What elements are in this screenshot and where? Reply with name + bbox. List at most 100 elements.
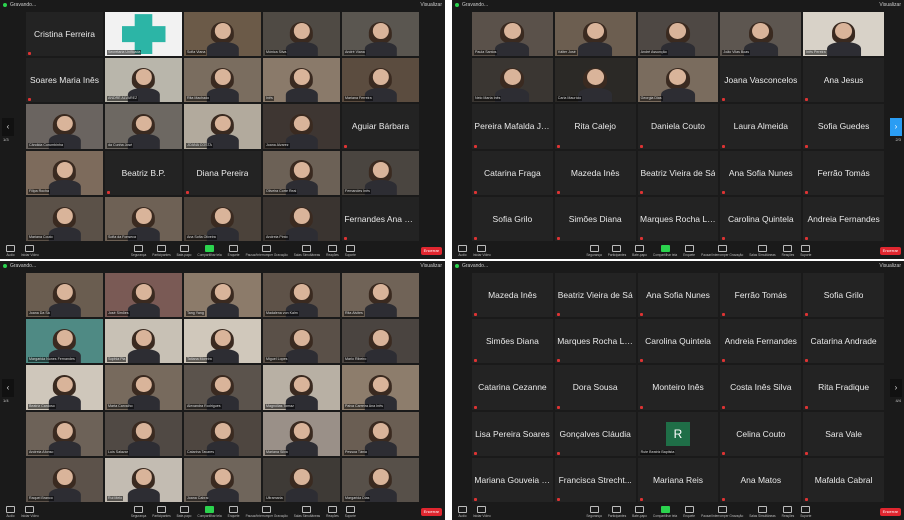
participant-tile[interactable]: Mazeda Inês: [554, 150, 636, 195]
toolbar-button[interactable]: Compartilhar tela: [653, 245, 677, 257]
participant-tile[interactable]: Aguiar Bárbara: [342, 104, 419, 149]
participant-tile[interactable]: Mariana Reis: [637, 457, 719, 502]
toolbar-button[interactable]: Pausar/Interromper Gravação: [246, 506, 288, 518]
participant-tile[interactable]: Laura Almeida: [720, 104, 802, 149]
toolbar-button[interactable]: Segurança: [586, 245, 602, 257]
end-meeting-button[interactable]: Encerrar: [879, 247, 901, 255]
participant-tile[interactable]: Celina Couto: [720, 411, 802, 456]
participant-tile[interactable]: Marta Carvalho: [105, 365, 182, 410]
toolbar-button[interactable]: Participantes: [608, 506, 626, 518]
participant-tile[interactable]: André Viana: [342, 12, 419, 57]
participant-tile[interactable]: Nelo Marta Inês: [472, 58, 553, 103]
toolbar-button[interactable]: Salas Simultâneas: [749, 245, 776, 257]
toolbar-button[interactable]: Suporte: [800, 506, 811, 518]
video-button[interactable]: Iniciar Vídeo: [473, 506, 491, 518]
participant-tile[interactable]: Mariana Silva: [263, 411, 340, 456]
participant-tile[interactable]: Ana Jesus: [803, 58, 884, 103]
video-button[interactable]: Iniciar Vídeo: [473, 245, 491, 257]
participant-tile[interactable]: Miguel Lopes: [263, 319, 340, 364]
toolbar-button[interactable]: Suporte: [800, 245, 811, 257]
participant-tile[interactable]: Sara Vale: [803, 411, 884, 456]
toolbar-button[interactable]: Enquete: [228, 245, 240, 257]
participant-tile[interactable]: João Vilas Boas: [720, 12, 802, 57]
participant-tile[interactable]: Inês Pereira: [803, 12, 884, 57]
participant-tile[interactable]: Simões Diana: [472, 319, 553, 364]
participant-tile[interactable]: Mario Ribeiro: [342, 319, 419, 364]
participant-tile[interactable]: Mónica Silva: [263, 12, 340, 57]
participant-tile[interactable]: R Rute Beatriz Baptista: [637, 411, 719, 456]
participant-tile[interactable]: Paiva Carreira Ana Inês: [342, 365, 419, 410]
participant-tile[interactable]: Georgia Dias: [637, 58, 719, 103]
participant-tile[interactable]: Rui Melo: [105, 457, 182, 502]
toolbar-button[interactable]: Enquete: [683, 506, 695, 518]
participant-tile[interactable]: Alexandra Rodrigues: [184, 365, 261, 410]
participant-tile[interactable]: Gonçalves Cláudia: [554, 411, 636, 456]
toolbar-button[interactable]: Segurança: [586, 506, 602, 518]
toolbar-button[interactable]: Enquete: [683, 245, 695, 257]
view-button[interactable]: Visualizar: [879, 262, 901, 270]
audio-button[interactable]: Áudio: [458, 506, 467, 518]
participant-tile[interactable]: Sofia Viana: [184, 12, 261, 57]
participant-tile[interactable]: Secretaria Unificada: [105, 12, 182, 57]
participant-tile[interactable]: Soares Maria Inês: [26, 58, 103, 103]
participant-tile[interactable]: Oliveira Corte Real: [263, 150, 340, 195]
audio-button[interactable]: Áudio: [6, 506, 15, 518]
toolbar-button[interactable]: Segurança: [131, 245, 146, 257]
participant-tile[interactable]: Sofia Grilo: [472, 196, 553, 241]
participant-tile[interactable]: Catarina Andrade: [803, 319, 884, 364]
participant-tile[interactable]: ANDRÉ ALVAREZ: [105, 58, 182, 103]
participant-tile[interactable]: Fernandes Ana João: [342, 196, 419, 241]
participant-tile[interactable]: Catarina Fraga: [472, 150, 553, 195]
participant-tile[interactable]: Ana Sofia Nunes: [637, 273, 719, 318]
participant-tile[interactable]: Marques Rocha Lú...: [637, 196, 719, 241]
toolbar-button[interactable]: Salas Simultâneas: [294, 506, 320, 518]
toolbar-button[interactable]: Pausar/Interromper Gravação: [701, 245, 743, 257]
toolbar-button[interactable]: Bate-papo: [632, 245, 647, 257]
end-meeting-button[interactable]: Encerrar: [420, 508, 442, 516]
video-button[interactable]: Iniciar Vídeo: [21, 245, 39, 257]
participant-tile[interactable]: Pessoa Tânia: [342, 411, 419, 456]
participant-tile[interactable]: Diana Pereira: [184, 150, 261, 195]
participant-tile[interactable]: Catarina Cezanne: [472, 365, 553, 410]
participant-tile[interactable]: Ferrão Tomás: [720, 273, 802, 318]
participant-tile[interactable]: Andreia Afonso: [26, 411, 103, 456]
participant-tile[interactable]: Filipa Rocha: [26, 150, 103, 195]
toolbar-button[interactable]: Salas Simultâneas: [749, 506, 776, 518]
participant-tile[interactable]: Rita Calejo: [554, 104, 636, 149]
participant-tile[interactable]: Beatriz Cardoso: [26, 365, 103, 410]
participant-tile[interactable]: Joana Da Sá: [26, 273, 103, 318]
previous-page-button[interactable]: ‹: [2, 378, 14, 397]
participant-tile[interactable]: Ana Sofia Oliveira: [184, 196, 261, 241]
participant-tile[interactable]: Inês: [263, 58, 340, 103]
toolbar-button[interactable]: Reações: [782, 245, 794, 257]
toolbar-button[interactable]: Reações: [326, 506, 339, 518]
participant-tile[interactable]: Beatriz Vieira de Sá: [554, 273, 636, 318]
participant-tile[interactable]: Andreia Fernandes: [720, 319, 802, 364]
toolbar-button[interactable]: Segurança: [131, 506, 146, 518]
participant-tile[interactable]: Pereira Mafalda Jo...: [472, 104, 553, 149]
participant-tile[interactable]: Carla Maurício: [554, 58, 636, 103]
participant-tile[interactable]: Ultramaria: [263, 457, 340, 502]
participant-tile[interactable]: JOANA COSTA: [184, 104, 261, 149]
participant-tile[interactable]: Sofia Guedes: [803, 104, 884, 149]
participant-tile[interactable]: Joana Vasconcelos: [720, 58, 802, 103]
view-button[interactable]: Visualizar: [420, 262, 442, 270]
participant-tile[interactable]: Dora Sousa: [554, 365, 636, 410]
participant-tile[interactable]: Monteiro Inês: [637, 365, 719, 410]
end-meeting-button[interactable]: Encerrar: [879, 508, 901, 516]
participant-tile[interactable]: Mariana Gouveia L...: [472, 457, 553, 502]
participant-tile[interactable]: Joana Alvarez: [263, 104, 340, 149]
participant-tile[interactable]: Magnólias Tomaz: [263, 365, 340, 410]
next-page-button[interactable]: ›: [890, 117, 902, 136]
toolbar-button[interactable]: Enquete: [228, 506, 240, 518]
view-button[interactable]: Visualizar: [879, 1, 901, 9]
participant-tile[interactable]: Costa Inês Silva: [720, 365, 802, 410]
toolbar-button[interactable]: Pausar/Interromper Gravação: [701, 506, 743, 518]
participant-tile[interactable]: Cândida Corumbinha: [26, 104, 103, 149]
toolbar-button[interactable]: Suporte: [345, 245, 356, 257]
toolbar-button[interactable]: Suporte: [345, 506, 356, 518]
end-meeting-button[interactable]: Encerrar: [420, 247, 442, 255]
participant-tile[interactable]: Beatriz Vieira de Sá: [637, 150, 719, 195]
participant-tile[interactable]: Luís Salazar: [105, 411, 182, 456]
participant-tile[interactable]: Rita Alvites: [342, 273, 419, 318]
